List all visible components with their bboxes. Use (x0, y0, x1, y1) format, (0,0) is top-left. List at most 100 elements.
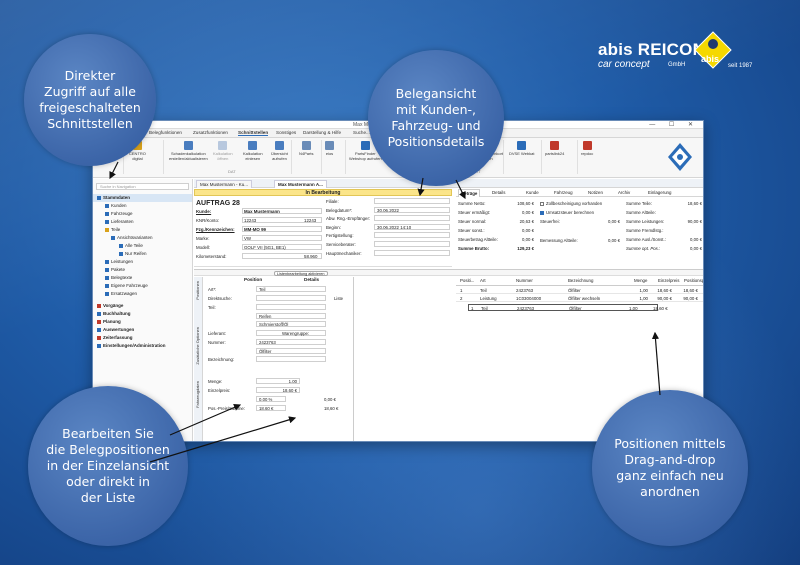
sidebar-item-11[interactable]: Eigene Fahrzeuge (93, 282, 192, 290)
grid-row-0-cell-5: 18,60 € (657, 288, 672, 293)
form-right-field-2[interactable] (374, 215, 450, 222)
ribbon-button-7[interactable]: eios (325, 141, 334, 157)
summary-tab-6[interactable]: Einlagerung (646, 189, 673, 197)
grid-row-0[interactable]: 1 Teil 2423763 Ölfilter 1,00 18,60 € 18,60 € (456, 287, 703, 294)
ribbon-button-14[interactable]: repdoc (581, 141, 593, 157)
sidebar-item-9[interactable]: Pakete (93, 266, 192, 274)
sidebar-item-0[interactable]: Stammdaten (93, 194, 192, 202)
form-left-label-5: Kilometerstand: (196, 254, 227, 259)
detail-field-1[interactable] (256, 295, 326, 301)
sidebar-item-3[interactable]: Lieferanten (93, 218, 192, 226)
detail-field-3[interactable]: Reifen (256, 313, 326, 319)
window-controls[interactable]: — ☐ ✕ (649, 121, 699, 128)
sidebar-item-18[interactable]: Einstellungen/Administration (93, 342, 192, 350)
grid-header-0[interactable]: Positi... (460, 278, 474, 283)
grid-row-1[interactable]: 2 Leistung 1C03004000 Ölfilter wechseln 1,00… (456, 295, 703, 302)
vertical-tab-0[interactable]: Positionen (195, 281, 200, 300)
grid-header-3[interactable]: Bezeichnung (568, 278, 593, 283)
detail-field-0[interactable]: Teil (256, 286, 326, 292)
grid-header-5[interactable]: Einzelpreis (658, 278, 679, 283)
summary-col2-checkbox-0[interactable] (540, 201, 544, 206)
grid-drag-row[interactable]: 1 Teil 2423763 Ölfilter 1,00 18,60 € (468, 304, 668, 311)
ribbon-tab-3[interactable]: Schnittstellen (238, 130, 269, 136)
grid-header-2[interactable]: Nummer (516, 278, 533, 283)
ribbon-button-4[interactable]: Kalkulation einlesen (243, 141, 263, 161)
ribbon-button-13[interactable]: partslink24 (545, 141, 564, 157)
sidebar-item-13[interactable]: Vorgänge (93, 302, 192, 310)
vertical-tab-1[interactable]: Zusätzliche Optionen (195, 327, 200, 365)
summary-tab-1[interactable]: Details (490, 189, 507, 197)
summary-tab-3[interactable]: Fahrzeug (552, 189, 575, 197)
detail-field-12[interactable]: 18,60 € (256, 405, 286, 411)
detail-field-9[interactable]: 1,00 (256, 378, 300, 384)
sidebar-item-2[interactable]: Fahrzeuge (93, 210, 192, 218)
document-tab-1[interactable]: Max Mustermann A... (274, 180, 327, 188)
detail-field-4[interactable]: Schmierstoff/Öl (256, 321, 326, 327)
detail-field-11[interactable]: 0,00 % (256, 396, 286, 402)
grid-header-4[interactable]: Menge (634, 278, 647, 283)
detail-field-7[interactable]: Ölfilter (256, 348, 326, 354)
ribbon-tab-1[interactable]: Belegfunktionen (149, 130, 182, 135)
form-right-field-6[interactable] (374, 249, 450, 256)
ribbon-button-6[interactable]: N4Parts (299, 141, 313, 157)
detail-header-0[interactable]: Position (244, 277, 262, 282)
ribbon-tab-2[interactable]: Zusatzfunktionen (193, 130, 228, 135)
ribbon-tab-6[interactable]: Suche... (353, 130, 370, 135)
sidebar-item-12[interactable]: Ersatzwagen (93, 290, 192, 298)
sidebar-item-6[interactable]: Alle Teile (93, 242, 192, 250)
form-right-label-5: Serviceberater: (326, 242, 356, 247)
sidebar-item-1[interactable]: Kunden (93, 202, 192, 210)
summary-col3-label-4: Summe Ausl./Sonst.: (626, 237, 666, 242)
form-right-label-6: Hauptmechaniker: (326, 250, 362, 256)
form-right-field-0[interactable] (374, 198, 450, 204)
ribbon-button-5[interactable]: Übersicht aufrufen (271, 141, 288, 161)
summary-col2-label-2: Steuerfrei: (540, 219, 560, 224)
summary-col2-checkbox-1[interactable] (540, 210, 544, 215)
sidebar-item-10[interactable]: Belegtexte (93, 274, 192, 282)
detail-header-1[interactable]: Details (304, 277, 319, 282)
navigation-search-input[interactable]: Suche in Navigation (96, 183, 189, 190)
summary-col2-label-3: Bemessung Altteile: (540, 238, 578, 243)
ribbon-tab-4[interactable]: Sonstiges (276, 130, 296, 135)
grid-header-6[interactable]: Positionspreis (684, 278, 703, 283)
ribbon-button-3[interactable]: Kalkulation öffnen (213, 141, 233, 161)
ribbon-group-label-0: DAT (228, 169, 236, 174)
summary-col2-item-1[interactable]: Umsatzsteuer berechnen (540, 210, 594, 215)
summary-col2-item-0[interactable]: Zollbescheinigung vorhanden (540, 201, 602, 206)
list-edit-toggle[interactable]: Listenbearbeitung aktivieren (274, 271, 328, 276)
sidebar-item-15[interactable]: Planung (93, 318, 192, 326)
form-left-field-3[interactable] (242, 235, 322, 241)
grid-row-0-cell-6: 18,60 € (683, 288, 698, 293)
detail-field-2[interactable] (256, 304, 326, 310)
ribbon-button-5-label: Übersicht aufrufen (271, 151, 288, 161)
ribbon-button-12[interactable]: DVSE Webkat (509, 141, 535, 157)
sidebar-item-16[interactable]: Auswertungen (93, 326, 192, 334)
summary-tab-4[interactable]: Notizen (586, 189, 605, 197)
sidebar-item-7[interactable]: Nur Reifen (93, 250, 192, 258)
sidebar-item-13-icon (97, 303, 101, 308)
sidebar-item-17[interactable]: Zeiterfassung (93, 334, 192, 342)
ribbon-button-2[interactable]: Schadenkalkulation erstellen/aktualisier… (169, 141, 208, 161)
form-right-field-5[interactable] (374, 241, 450, 247)
ribbon-button-14-icon (582, 141, 592, 150)
form-right-label-1: Belegdatum*: (326, 207, 353, 213)
grid-header-1[interactable]: Art (480, 278, 486, 283)
summary-tab-5[interactable]: Archiv (616, 189, 632, 197)
sidebar-item-9-label: Pakete (111, 267, 126, 272)
detail-field-6[interactable]: 2423763 (256, 339, 326, 345)
detail-list-button[interactable]: Liste (334, 296, 343, 301)
summary-tab-0[interactable]: Beträge (458, 189, 481, 197)
form-right-field-4[interactable] (374, 232, 450, 239)
sidebar-item-4[interactable]: Teile (93, 226, 192, 234)
sidebar-item-8[interactable]: Leistungen (93, 258, 192, 266)
detail-field-8[interactable] (256, 356, 326, 362)
sidebar-item-5[interactable]: Ansichtsvarianten (93, 234, 192, 242)
document-tab-0[interactable]: Max Mustermann - Ku... (196, 180, 253, 188)
summary-tab-2[interactable]: Kunde (524, 189, 541, 197)
sidebar-item-14[interactable]: Buchhaltung (93, 310, 192, 318)
vertical-tab-2[interactable]: Fahrzeugdaten (195, 381, 200, 408)
position-detail-panel: Position Details Art*: Teil Direktsuche: Teil… (204, 277, 354, 441)
sidebar-item-4-label: Teile (111, 227, 121, 232)
detail-field-10[interactable]: 18,60 € (256, 387, 300, 393)
ribbon-tab-5[interactable]: Darstellung & Hilfe (303, 130, 341, 135)
